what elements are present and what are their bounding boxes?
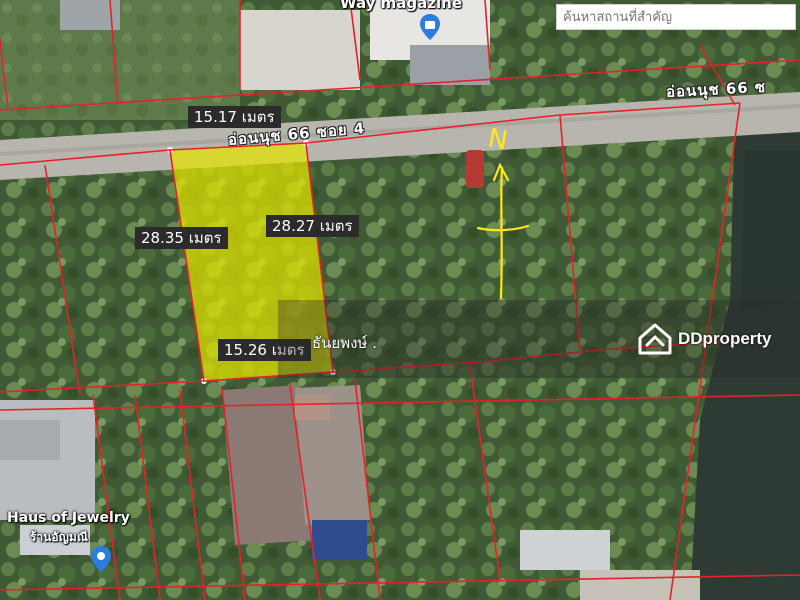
- watermark-owner: ธันยพงษ์ .: [312, 334, 377, 352]
- building-roof: [0, 420, 60, 460]
- building-roof: [410, 45, 490, 85]
- poi-label-haus-of-jewelry[interactable]: Haus of Jewelry: [7, 510, 130, 526]
- map-view[interactable]: Way magazine Haus of Jewelry ร้านอัญมณี …: [0, 0, 800, 600]
- measure-label-right: 28.27 เมตร: [266, 215, 359, 237]
- building-roof: [580, 570, 700, 600]
- map-pin-icon[interactable]: [420, 14, 440, 40]
- ddproperty-logo-icon: [638, 323, 672, 355]
- building-roof: [240, 10, 360, 90]
- watermark-brand-text: DDproperty: [678, 329, 772, 348]
- parked-car: [466, 150, 484, 188]
- measure-label-left: 28.35 เมตร: [135, 227, 228, 249]
- poi-sublabel: ร้านอัญมณี: [30, 530, 88, 544]
- poi-label-way-magazine[interactable]: Way magazine: [340, 0, 462, 12]
- building-roof: [295, 395, 330, 420]
- building-roof: [520, 530, 610, 570]
- measure-label-top: 15.17 เมตร: [188, 106, 281, 128]
- building-roof: [312, 520, 367, 560]
- search-input[interactable]: [556, 4, 796, 30]
- map-pin-icon[interactable]: [91, 546, 111, 572]
- canal-water: [740, 150, 800, 310]
- watermark-brand: DDproperty: [638, 322, 772, 356]
